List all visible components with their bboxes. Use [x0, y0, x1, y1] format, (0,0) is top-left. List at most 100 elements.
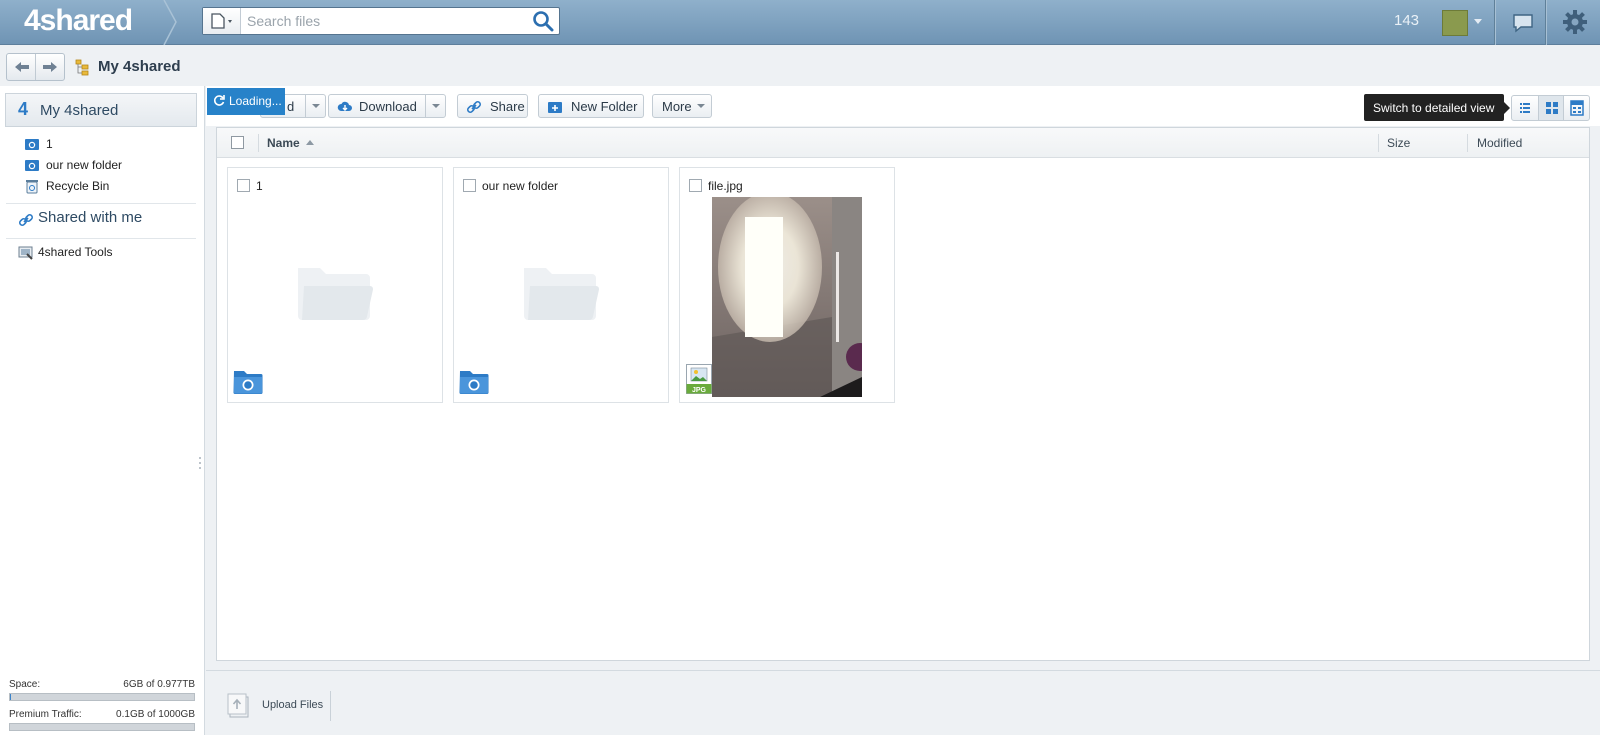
more-button-label: More	[662, 99, 692, 114]
shared-folder-icon	[459, 371, 489, 394]
file-card-file-jpg[interactable]: file.jpg JPG	[679, 167, 895, 403]
chat-icon[interactable]	[1512, 12, 1534, 34]
sidebar-item-label: My 4shared	[40, 102, 119, 119]
modified-column-header[interactable]: Modified	[1477, 136, 1522, 150]
space-progress-bar	[9, 693, 195, 701]
jpg-file-icon: JPG	[686, 364, 712, 394]
photo-thumbnail	[712, 197, 862, 397]
grid-view-button[interactable]	[1538, 96, 1564, 120]
divider	[1494, 0, 1495, 45]
jpg-badge-text: JPG	[692, 387, 707, 394]
logo[interactable]: 4shared	[24, 4, 133, 40]
logo-divider-icon	[163, 0, 177, 45]
item-name[interactable]: file.jpg	[708, 179, 743, 193]
notification-counter[interactable]: 143	[1394, 12, 1419, 29]
space-label: Space:	[9, 679, 41, 690]
arrow-left-icon	[15, 62, 29, 72]
sidebar-item-label: our new folder	[46, 158, 123, 172]
page-title: My 4shared	[98, 58, 181, 75]
new-folder-button[interactable]: New Folder	[538, 94, 644, 118]
breadcrumb: My 4shared	[0, 46, 1600, 86]
folder-tree-icon	[75, 59, 89, 76]
list-view-icon	[1520, 103, 1530, 113]
search-icon[interactable]	[531, 10, 555, 32]
upload-dropdown[interactable]	[305, 95, 325, 117]
4shared-logo-icon: 4	[18, 99, 29, 119]
column-header: Name Size Modified	[217, 128, 1589, 158]
resize-handle[interactable]	[198, 456, 202, 470]
download-dropdown[interactable]	[425, 95, 445, 117]
upload-icon	[227, 693, 249, 718]
name-column-header[interactable]: Name	[267, 136, 315, 150]
search-input[interactable]	[247, 11, 517, 31]
history-nav	[6, 53, 65, 81]
cloud-download-icon	[337, 101, 352, 111]
link-icon	[466, 100, 482, 114]
download-button-label: Download	[359, 99, 417, 114]
sort-asc-icon	[306, 140, 315, 145]
sidebar: 4 My 4shared 1 our new folder Recycle Bi…	[0, 86, 205, 735]
divider	[330, 691, 331, 721]
folder-card-our-new-folder[interactable]: our new folder	[453, 167, 669, 403]
tooltip-text: Switch to detailed view	[1373, 101, 1495, 115]
space-value: 6GB of 0.977TB	[123, 679, 195, 690]
top-bar: 4shared 143	[0, 0, 1600, 45]
item-name[interactable]: our new folder	[482, 179, 558, 193]
divider	[6, 203, 196, 204]
search-type-dropdown[interactable]	[203, 8, 241, 34]
recycle-bin-icon	[26, 180, 38, 194]
view-switcher	[1511, 95, 1590, 121]
share-button[interactable]: Share	[457, 94, 528, 118]
folder-placeholder-icon	[524, 268, 600, 321]
size-column-header[interactable]: Size	[1387, 136, 1410, 150]
forward-button[interactable]	[36, 54, 65, 80]
preview-view-button[interactable]	[1564, 96, 1590, 120]
sidebar-item-label: Shared with me	[38, 209, 143, 226]
column-divider	[1467, 134, 1468, 152]
shared-folder-icon	[25, 160, 39, 171]
chevron-down-icon	[432, 104, 440, 108]
sidebar-item-my-4shared[interactable]: 4 My 4shared	[5, 93, 197, 127]
chevron-down-icon[interactable]	[1474, 19, 1482, 24]
shared-folder-icon	[25, 139, 39, 150]
detailed-view-button[interactable]	[1512, 96, 1538, 120]
sidebar-item-label: 1	[46, 137, 53, 151]
bottom-bar: Upload Files	[206, 670, 1600, 735]
column-divider	[258, 134, 259, 152]
traffic-progress-bar	[9, 723, 195, 731]
folder-card-1[interactable]: 1	[227, 167, 443, 403]
loading-indicator: Loading...	[207, 88, 285, 115]
upload-button-label: d	[287, 99, 295, 114]
name-column-label: Name	[267, 136, 300, 150]
more-button[interactable]: More	[652, 94, 712, 118]
chevron-down-icon	[697, 104, 705, 108]
avatar[interactable]	[1442, 10, 1468, 36]
tools-icon	[18, 246, 33, 260]
refresh-icon	[213, 95, 225, 106]
new-folder-icon	[548, 102, 562, 113]
item-checkbox[interactable]	[237, 179, 250, 192]
sidebar-item-label: 4shared Tools	[38, 245, 113, 259]
gear-icon[interactable]	[1562, 9, 1588, 35]
tooltip-arrow	[1504, 102, 1510, 114]
file-list: Name Size Modified 1 our new folder file…	[216, 127, 1590, 661]
preview-view-icon	[1570, 100, 1584, 116]
download-button[interactable]: Download	[328, 94, 446, 118]
divider	[1545, 0, 1546, 45]
item-name[interactable]: 1	[256, 179, 263, 193]
folder-placeholder-icon	[298, 268, 374, 321]
item-checkbox[interactable]	[463, 179, 476, 192]
file-type-icon	[211, 13, 232, 29]
upload-files-label: Upload Files	[262, 699, 324, 711]
select-all-checkbox[interactable]	[231, 136, 244, 149]
sidebar-item-label: Recycle Bin	[46, 179, 110, 193]
new-folder-button-label: New Folder	[571, 99, 638, 114]
loading-text: Loading...	[229, 94, 282, 108]
image-thumbnail[interactable]	[712, 197, 862, 397]
back-button[interactable]	[7, 54, 36, 80]
item-checkbox[interactable]	[689, 179, 702, 192]
traffic-label: Premium Traffic:	[9, 709, 82, 720]
arrow-right-icon	[43, 62, 57, 72]
shared-folder-icon	[233, 371, 263, 394]
share-button-label: Share	[490, 99, 525, 114]
